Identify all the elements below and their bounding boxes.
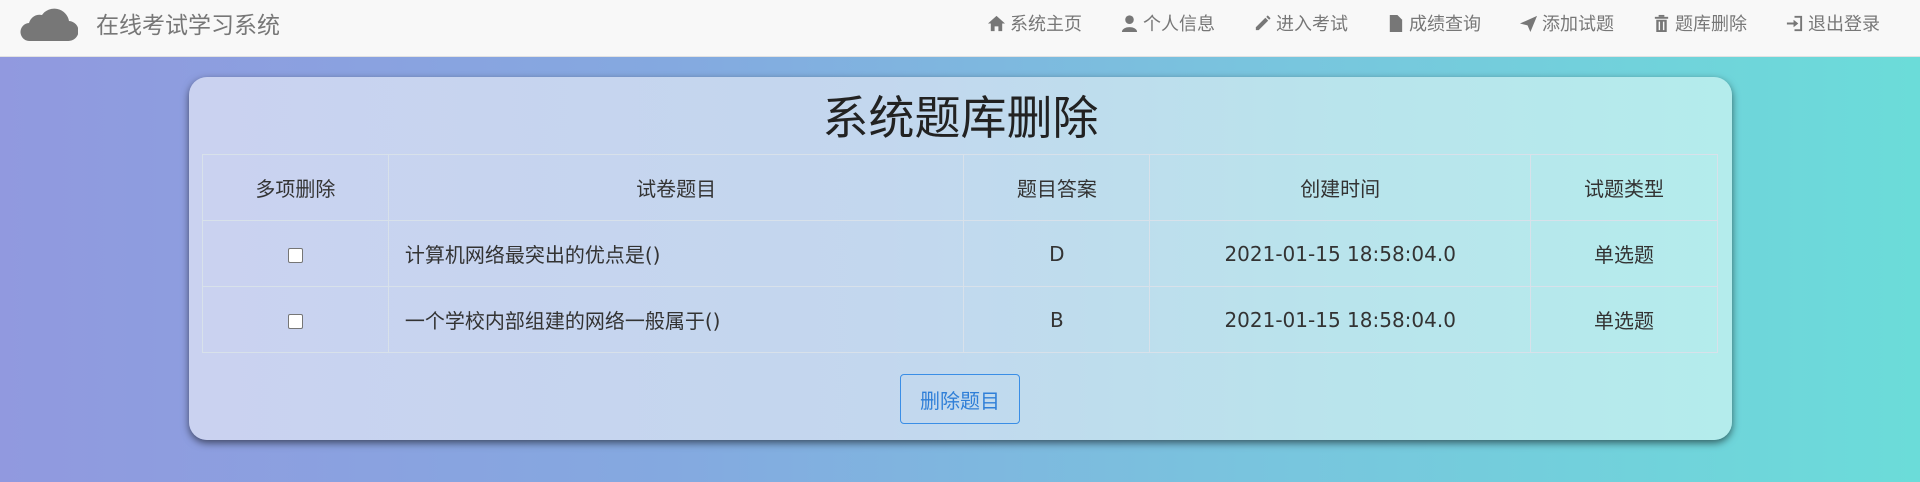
nav-logout[interactable]: 退出登录 [1785,10,1880,36]
header-answer: 题目答案 [963,154,1151,221]
nav-label: 题库删除 [1675,14,1747,35]
answer-cell: B [963,286,1151,353]
table-row: 一个学校内部组建的网络一般属于() B 2021-01-15 18:58:04.… [202,286,1718,353]
main-nav: 系统主页 个人信息 进入考试 成绩查询 添加试题 题库删除 退出登录 [987,0,1880,46]
select-cell [202,286,389,353]
home-icon [987,15,1006,31]
question-cell: 一个学校内部组建的网络一般属于() [387,286,965,353]
cloud-icon [20,8,78,42]
user-icon [1121,14,1138,32]
question-table: 多项删除 试卷题目 题目答案 创建时间 试题类型 计算机网络最突出的优点是() … [202,154,1718,353]
nav-scores[interactable]: 成绩查询 [1386,10,1481,36]
nav-label: 系统主页 [1010,14,1082,35]
table-header-row: 多项删除 试卷题目 题目答案 创建时间 试题类型 [202,154,1718,221]
question-bank-panel: 系统题库删除 多项删除 试卷题目 题目答案 创建时间 试题类型 计算机网络最突出… [189,77,1732,440]
created-cell: 2021-01-15 18:58:04.0 [1149,286,1532,353]
trash-icon [1654,14,1669,32]
row-checkbox[interactable] [287,247,303,263]
type-cell: 单选题 [1530,220,1718,287]
nav-exam[interactable]: 进入考试 [1253,10,1348,36]
table-row: 计算机网络最突出的优点是() D 2021-01-15 18:58:04.0 单… [202,220,1718,287]
page-title: 系统题库删除 [822,91,1099,145]
top-navbar: 在线考试学习系统 系统主页 个人信息 进入考试 成绩查询 添加试题 题库删除 退… [0,0,1920,57]
nav-label: 成绩查询 [1409,14,1481,35]
nav-label: 个人信息 [1143,14,1215,35]
row-checkbox[interactable] [287,313,303,329]
delete-questions-button[interactable]: 删除题目 [900,374,1020,424]
nav-profile[interactable]: 个人信息 [1120,10,1215,36]
nav-label: 添加试题 [1542,14,1614,35]
header-created-time: 创建时间 [1149,154,1532,221]
nav-label: 退出登录 [1808,14,1880,35]
nav-delete-questions[interactable]: 题库删除 [1652,10,1747,36]
header-question: 试卷题目 [387,154,965,221]
header-multi-delete: 多项删除 [202,154,389,221]
nav-label: 进入考试 [1276,14,1348,35]
brand[interactable]: 在线考试学习系统 [20,0,280,46]
question-cell: 计算机网络最突出的优点是() [387,220,965,287]
type-cell: 单选题 [1530,286,1718,353]
file-icon [1389,14,1403,32]
select-cell [202,220,389,287]
answer-cell: D [963,220,1151,287]
logout-icon [1786,15,1803,31]
nav-home[interactable]: 系统主页 [987,10,1082,36]
header-question-type: 试题类型 [1530,154,1718,221]
pencil-icon [1255,14,1271,30]
send-icon [1519,15,1538,32]
app-title: 在线考试学习系统 [96,13,280,39]
created-cell: 2021-01-15 18:58:04.0 [1149,220,1532,287]
nav-add-question[interactable]: 添加试题 [1519,10,1614,36]
